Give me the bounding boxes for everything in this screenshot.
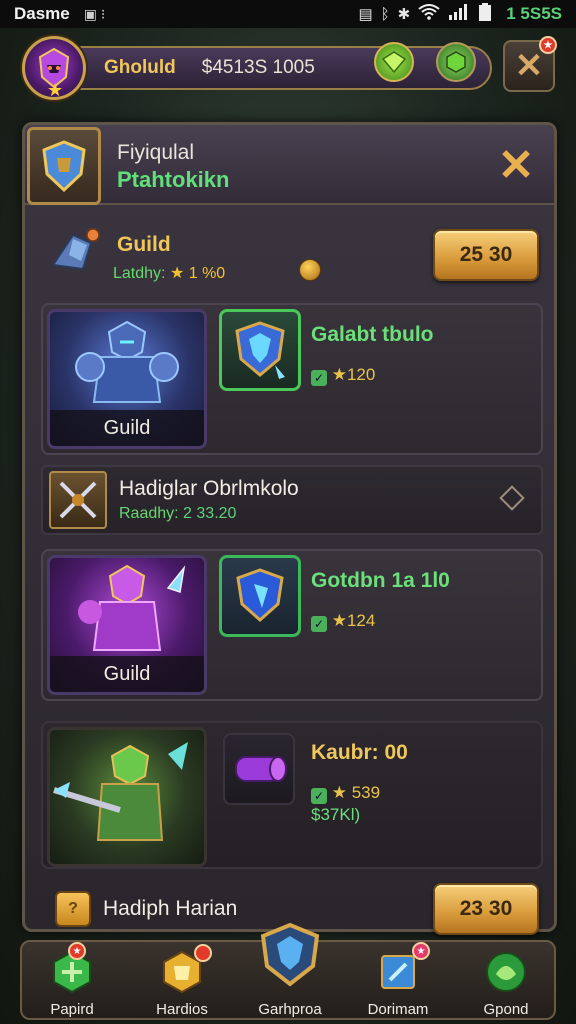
item-stat: ✓ ★120 (311, 365, 375, 386)
hero-portrait[interactable]: Guild (47, 309, 207, 449)
panel-header: Fiyiqulal Ptahtokikn ✕ (25, 125, 554, 205)
notification-badge: ★ (412, 942, 430, 960)
panel-close-button[interactable]: ✕ (493, 143, 539, 189)
player-avatar[interactable]: ★ (22, 36, 86, 100)
guild-sub-label: Latdhy: (113, 265, 166, 282)
row-title: Hadiglar Obrlmkolo (119, 477, 299, 500)
status-bar: Dasme ▣ ⁝ ▤ ᛒ ✱ 1 5S5S (0, 0, 576, 28)
gold-amount: $4513S 1005 (201, 57, 315, 78)
item-title: Kaubr: 00 (311, 741, 408, 764)
clock: 1 5S5S (506, 4, 562, 23)
row-sub-label: Raadhy: (119, 505, 179, 522)
rank-star-icon: ★ (47, 80, 64, 100)
signal-icon (448, 4, 470, 24)
item-slot[interactable] (219, 555, 301, 637)
player-bar[interactable]: Gholuld $4513S 1005 (52, 46, 492, 90)
carrier-name: Dasme (14, 4, 70, 23)
coin-icon (299, 259, 321, 281)
nav-item-papird[interactable]: ★ Papird (22, 942, 122, 1022)
guild-crest-icon (42, 140, 86, 193)
guild-subtitle: Latdhy: ★ 1 %0 (113, 263, 225, 283)
status-icons: ▤ ᛒ ✱ 1 5S5S (358, 3, 562, 25)
player-name: Gholuld (104, 57, 176, 78)
nav-label: Garhproa (258, 1001, 322, 1018)
guild-action-button[interactable]: 25 30 (433, 229, 539, 281)
item-price: $37Kl) (311, 805, 361, 824)
item-card-2[interactable]: Guild Gotdbn 1a 1l0 ✓ ★124 (41, 549, 543, 701)
bottom-nav: ★ Papird Hardios Garhproa ★ Dorimam Gpon… (20, 922, 556, 1022)
close-icon: ✕ (497, 141, 535, 190)
harian-action-button[interactable]: 23 30 (433, 883, 539, 935)
nav-item-garhproa[interactable]: Garhproa (240, 922, 340, 1022)
shield-icon (235, 321, 285, 379)
armored-knight-icon (75, 320, 179, 403)
item-title: Gotdbn 1a 1l0 (311, 569, 450, 592)
check-icon: ✓ (311, 616, 327, 632)
notification-badge: ★ (68, 942, 86, 960)
nav-label: Gpond (483, 1001, 529, 1018)
guild-list: Guild Latdhy: ★ 1 %0 25 30 Guild Galabt … (41, 211, 543, 935)
green-knight-icon (53, 742, 188, 841)
nav-item-hardios[interactable]: Hardios (132, 942, 232, 1022)
item-stat: ✓ ★124 (311, 611, 375, 632)
row-subtitle: Raadhy: 2 33.20 (119, 505, 236, 523)
quest-scroll-icon: ? (55, 891, 91, 927)
item-card-3[interactable]: Kaubr: 00 ✓ ★ 539 $37Kl) (41, 721, 543, 869)
item-slot[interactable] (223, 733, 295, 805)
notification-badge (194, 944, 212, 962)
nav-item-dorimam[interactable]: ★ Dorimam (348, 942, 448, 1022)
guild-banner-icon (51, 228, 100, 271)
guild-list-row[interactable]: Hadiglar Obrlmkolo Raadhy: 2 33.20 (41, 465, 543, 535)
green-gem-button[interactable] (374, 42, 414, 82)
nav-label: Dorimam (367, 1001, 429, 1018)
guild-title: Guild (117, 233, 171, 256)
item-stat: ✓ ★ 539 (311, 783, 380, 804)
top-hud: Gholuld $4513S 1005 ★ (22, 36, 492, 100)
crest-nav-icon (257, 922, 323, 988)
vibrate-icon: ✱ (397, 6, 411, 23)
wifi-icon (418, 4, 440, 24)
guild-row[interactable]: Guild Latdhy: ★ 1 %0 25 30 (41, 211, 543, 293)
item-stat-value: ★120 (331, 365, 376, 384)
item-title: Galabt tbulo (311, 323, 434, 346)
harian-title: Hadiph Harian (103, 897, 238, 920)
nav-label: Papird (50, 1001, 94, 1018)
item-slot[interactable] (219, 309, 301, 391)
nav-label: Hardios (156, 1001, 208, 1018)
sim-icon: ▤ (358, 6, 373, 23)
status-indicators: ▣ ⁝ (83, 5, 106, 22)
item-stat-value: ★ 539 (331, 783, 381, 802)
diamond-icon[interactable] (499, 485, 525, 511)
check-icon: ✓ (311, 788, 327, 804)
panel-title: Fiyiqulal (117, 141, 195, 164)
green-orb-nav-icon (482, 948, 530, 996)
portrait-label: Guild (50, 656, 204, 692)
panel-header-icon (27, 127, 101, 205)
hero-portrait[interactable] (47, 727, 207, 867)
item-stat-value: ★124 (331, 611, 376, 630)
bluetooth-icon: ᛒ (380, 5, 390, 23)
nav-item-gpond[interactable]: Gpond (456, 942, 556, 1022)
guild-panel: Fiyiqulal Ptahtokikn ✕ Guild Latdhy: ★ 1… (22, 122, 557, 935)
shield-gem-button[interactable] (436, 42, 476, 82)
hero-portrait[interactable]: Guild (47, 555, 207, 695)
gem-icon (382, 51, 406, 73)
guild-sub-value: ★ 1 %0 (169, 265, 226, 282)
battery-icon (478, 3, 492, 25)
item-card-1[interactable]: Guild Galabt tbulo ✓ ★120 (41, 303, 543, 455)
mage-warrior-icon (78, 564, 186, 651)
row-sub-value: 2 33.20 (183, 505, 237, 522)
hud-close-button[interactable]: ✕ ★ (503, 36, 557, 92)
crossed-swords-icon (49, 471, 107, 529)
emerald-icon (446, 51, 466, 73)
blue-shield-icon (236, 568, 284, 623)
panel-subtitle: Ptahtokikn (117, 167, 230, 192)
close-icon: ✕ (514, 47, 544, 85)
portrait-label: Guild (50, 410, 204, 446)
notification-badge: ★ (539, 36, 557, 54)
scroll-icon (235, 756, 287, 782)
check-icon: ✓ (311, 370, 327, 386)
